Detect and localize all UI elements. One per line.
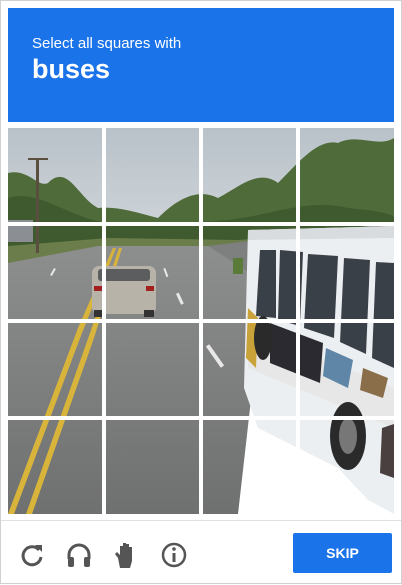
grid-tile-r1c4[interactable] bbox=[299, 128, 394, 224]
grid-tile-r2c3[interactable] bbox=[202, 225, 298, 321]
grid-tile-r2c2[interactable] bbox=[105, 225, 201, 321]
info-icon[interactable] bbox=[160, 541, 188, 569]
captcha-footer: SKIP bbox=[1, 520, 401, 585]
target-label: buses bbox=[32, 54, 111, 84]
reload-icon[interactable] bbox=[18, 541, 46, 569]
grid-tile-r3c4[interactable] bbox=[299, 322, 394, 418]
skip-button[interactable]: SKIP bbox=[293, 533, 392, 573]
image-grid bbox=[8, 128, 394, 514]
grid-tile-r4c3[interactable] bbox=[202, 419, 298, 514]
instruction-text: Select all squares with bbox=[32, 35, 182, 52]
grid-tile-r1c3[interactable] bbox=[202, 128, 298, 224]
grid-tile-r1c1[interactable] bbox=[8, 128, 104, 224]
grid-tile-r4c4[interactable] bbox=[299, 419, 394, 514]
grid-tile-r3c3[interactable] bbox=[202, 322, 298, 418]
grid-tile-r2c4[interactable] bbox=[299, 225, 394, 321]
grid-tile-r3c2[interactable] bbox=[105, 322, 201, 418]
audio-icon[interactable] bbox=[65, 541, 93, 569]
grid-tile-r4c1[interactable] bbox=[8, 419, 104, 514]
challenge-header: Select all squares with buses bbox=[8, 8, 394, 122]
hand-icon[interactable] bbox=[112, 541, 140, 569]
grid-tile-r2c1[interactable] bbox=[8, 225, 104, 321]
grid-tile-r4c2[interactable] bbox=[105, 419, 201, 514]
grid-tile-r3c1[interactable] bbox=[8, 322, 104, 418]
grid-tile-r1c2[interactable] bbox=[105, 128, 201, 224]
captcha-frame: Select all squares with buses SKIP bbox=[0, 0, 402, 584]
